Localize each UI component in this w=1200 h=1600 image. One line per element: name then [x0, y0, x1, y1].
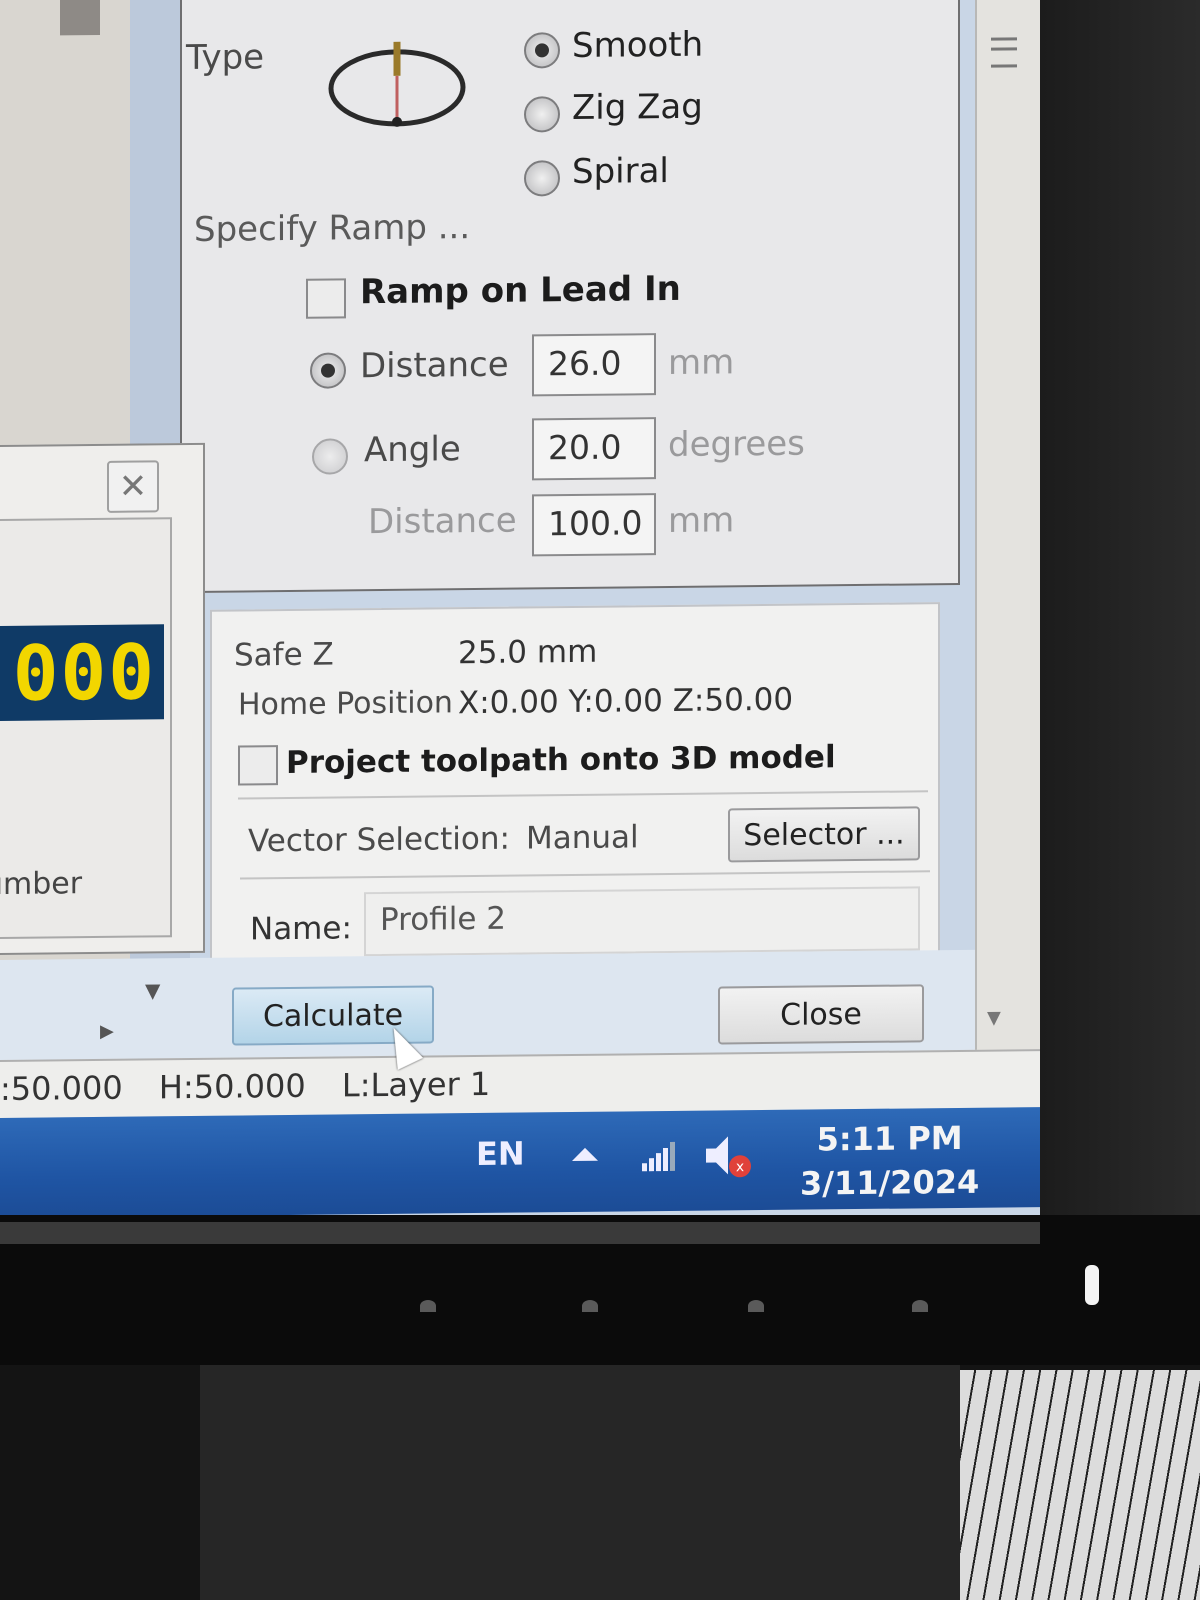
safe-z-value: 25.0 mm — [458, 633, 598, 672]
clock-date: 3/11/2024 — [800, 1162, 980, 1203]
monitor-button[interactable] — [582, 1300, 598, 1312]
safe-z-label: Safe Z — [234, 636, 334, 674]
language-indicator[interactable]: EN — [476, 1135, 525, 1174]
network-signal-icon[interactable] — [640, 1139, 680, 1173]
close-button[interactable]: Close — [718, 984, 924, 1045]
position-readout-dialog: ✕ 000 umber — [0, 442, 205, 956]
monitor-stand — [200, 1365, 960, 1600]
spiral-label: Spiral — [572, 150, 669, 193]
ramp-on-lead-in-checkbox[interactable] — [306, 278, 346, 319]
paper-stack — [960, 1370, 1200, 1600]
close-icon[interactable]: ✕ — [107, 460, 159, 513]
distance-unit: mm — [668, 342, 735, 384]
show-hidden-icons[interactable] — [572, 1147, 598, 1162]
status-width: :50.000 — [0, 1068, 123, 1108]
readout-frame: 000 umber — [0, 517, 172, 940]
ramp-settings-panel: Type Smooth Zig Zag Spiral Specify Ramp … — [180, 0, 960, 594]
power-led-icon — [1085, 1265, 1099, 1305]
monitor-button[interactable] — [912, 1300, 928, 1312]
status-layer: L:Layer 1 — [341, 1064, 491, 1105]
ramp-on-lead-in-label: Ramp on Lead In — [360, 268, 681, 313]
number-label: umber — [0, 866, 83, 903]
windows-taskbar: EN x 5:11 PM 3/11/2024 — [0, 1107, 1040, 1218]
vector-selection-label: Vector Selection: — [248, 820, 510, 860]
angle-label: Angle — [364, 429, 461, 471]
radio-zigzag[interactable] — [524, 96, 560, 133]
bezel-edge — [0, 1222, 1040, 1244]
radio-smooth[interactable] — [524, 32, 560, 69]
volume-muted-icon[interactable]: x — [704, 1134, 756, 1183]
scroll-down-arrow-icon[interactable]: ▼ — [987, 1008, 1001, 1029]
specify-ramp-label: Specify Ramp ... — [194, 207, 471, 250]
distance-input[interactable]: 26.0 — [532, 333, 656, 397]
distance-label: Distance — [360, 344, 509, 387]
angle-unit: degrees — [668, 423, 805, 466]
angle-distance-unit: mm — [668, 500, 735, 542]
monitor-screen: Type Smooth Zig Zag Spiral Specify Ramp … — [0, 0, 1040, 1240]
home-position-value: X:0.00 Y:0.00 Z:50.00 — [458, 681, 794, 722]
monitor-button[interactable] — [748, 1300, 764, 1312]
panel-edge — [60, 0, 100, 36]
project-toolpath-checkbox[interactable] — [238, 745, 278, 786]
monitor-button[interactable] — [420, 1300, 436, 1312]
divider — [238, 790, 928, 800]
status-bar: :50.000 H:50.000 L:Layer 1 — [0, 1049, 1040, 1118]
name-input[interactable]: Profile 2 — [364, 886, 920, 957]
status-height: H:50.000 — [158, 1066, 306, 1107]
ramp-type-preview-icon — [328, 41, 466, 127]
zigzag-label: Zig Zag — [572, 86, 703, 129]
smooth-label: Smooth — [572, 24, 704, 67]
angle-distance-label: Distance — [368, 500, 517, 543]
radio-distance[interactable] — [310, 352, 346, 389]
svg-text:x: x — [736, 1159, 744, 1175]
clock-time: 5:11 PM — [816, 1118, 963, 1159]
dropdown-arrow-icon[interactable]: ▼ — [145, 978, 160, 1002]
home-position-label: Home Position — [238, 685, 453, 723]
type-label: Type — [186, 37, 265, 79]
expand-arrow-icon[interactable]: ▶ — [100, 1021, 114, 1042]
vector-selection-value: Manual — [526, 819, 639, 857]
panel-grip-icon[interactable] — [991, 37, 1017, 68]
name-label: Name: — [250, 910, 352, 948]
radio-spiral[interactable] — [524, 160, 560, 197]
project-toolpath-label: Project toolpath onto 3D model — [286, 739, 836, 782]
position-readout: 000 — [0, 624, 164, 722]
angle-input[interactable]: 20.0 — [532, 417, 656, 481]
radio-angle[interactable] — [312, 438, 348, 475]
toolpath-settings-panel: Safe Z 25.0 mm Home Position X:0.00 Y:0.… — [210, 602, 940, 968]
divider — [240, 870, 930, 880]
monitor-bezel-right — [1040, 0, 1200, 1365]
angle-distance-input[interactable]: 100.0 — [532, 493, 656, 557]
selector-button[interactable]: Selector ... — [728, 806, 920, 863]
right-side-panel: ▼ — [975, 0, 1040, 1060]
system-clock[interactable]: 5:11 PM 3/11/2024 — [800, 1116, 979, 1206]
